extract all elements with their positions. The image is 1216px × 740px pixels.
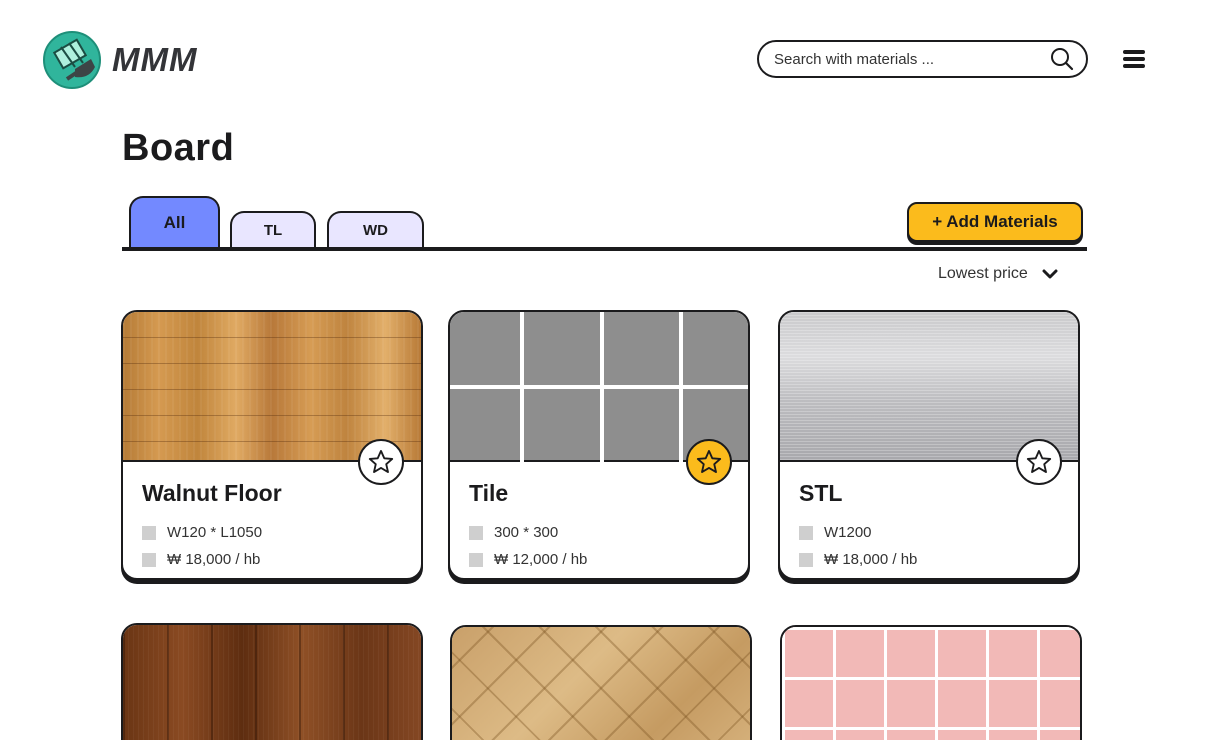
spec-bullet-icon: [142, 525, 156, 540]
card-title: Walnut Floor: [142, 480, 282, 506]
price-value: ₩ 18,000 / hb: [167, 551, 261, 568]
card-price: ₩ 18,000 / hb: [142, 551, 260, 568]
favorite-star-icon[interactable]: [358, 439, 404, 485]
card-title: Tile: [469, 480, 509, 506]
card-spec: W120 * L1050: [142, 524, 262, 541]
material-card-stl[interactable]: STL W1200 ₩ 18,000 / hb: [778, 310, 1080, 580]
tab-wd[interactable]: WD: [327, 211, 424, 248]
material-thumbnail: [123, 625, 421, 740]
material-card-dark-wood[interactable]: [121, 623, 423, 740]
page-title: Board: [122, 127, 235, 169]
add-materials-button[interactable]: + Add Materials: [907, 202, 1083, 242]
search-input[interactable]: [774, 50, 1050, 68]
card-spec: W1200: [799, 524, 872, 541]
spec-size: W120 * L1050: [167, 524, 263, 541]
material-card-parquet[interactable]: [450, 625, 752, 740]
hamburger-menu-icon[interactable]: [1123, 50, 1145, 70]
card-spec: 300 * 300: [469, 524, 558, 541]
card-price: ₩ 12,000 / hb: [469, 551, 587, 568]
trowel-logo-icon: [43, 31, 101, 89]
spec-bullet-icon: [469, 525, 483, 540]
card-price: ₩ 18,000 / hb: [799, 551, 917, 568]
tab-all[interactable]: All: [129, 196, 220, 248]
chevron-down-icon: [1042, 269, 1058, 279]
material-thumbnail: [782, 627, 1080, 740]
price-bullet-icon: [142, 552, 156, 567]
favorite-star-icon[interactable]: [686, 439, 732, 485]
material-card-walnut-floor[interactable]: Walnut Floor W120 * L1050 ₩ 18,000 / hb: [121, 310, 423, 580]
spec-size: W1200: [824, 524, 872, 541]
favorite-star-icon[interactable]: [1016, 439, 1062, 485]
material-card-tile[interactable]: Tile 300 * 300 ₩ 12,000 / hb: [448, 310, 750, 580]
tabs-divider: [122, 247, 1087, 251]
price-bullet-icon: [799, 552, 813, 567]
sort-label: Lowest price: [938, 265, 1028, 282]
sort-dropdown[interactable]: Lowest price: [938, 265, 1058, 283]
material-card-pink-tile[interactable]: [780, 625, 1082, 740]
brand-logo[interactable]: MMM: [43, 31, 197, 89]
material-thumbnail: [452, 627, 750, 740]
price-value: ₩ 12,000 / hb: [494, 551, 588, 568]
spec-bullet-icon: [799, 525, 813, 540]
brand-name: MMM: [112, 41, 198, 78]
price-bullet-icon: [469, 552, 483, 567]
card-title: STL: [799, 480, 843, 506]
search-bar[interactable]: [757, 40, 1088, 78]
tab-tl[interactable]: TL: [230, 211, 316, 248]
spec-size: 300 * 300: [494, 524, 559, 541]
price-value: ₩ 18,000 / hb: [824, 551, 918, 568]
search-icon[interactable]: [1050, 47, 1074, 71]
